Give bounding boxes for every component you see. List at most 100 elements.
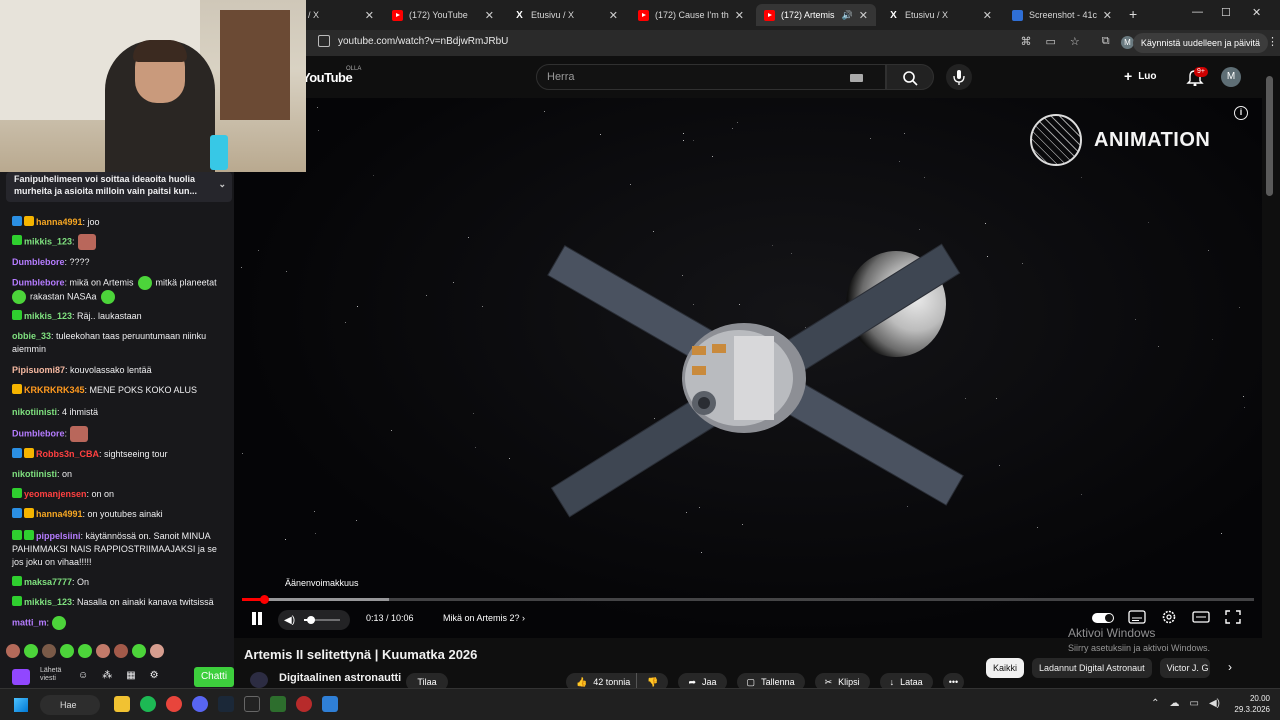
taskbar-clock[interactable]: 20.00 29.3.2026 — [1234, 693, 1270, 715]
voice-search-button[interactable] — [946, 64, 972, 90]
keyboard-icon[interactable] — [850, 74, 863, 82]
tab-x-3[interactable]: X Etusivu / X ✕ — [880, 4, 1000, 26]
obs-icon[interactable] — [296, 696, 312, 712]
emote-icon[interactable] — [77, 234, 96, 250]
account-avatar[interactable]: M — [1221, 67, 1241, 87]
chat-badge-icon[interactable] — [24, 448, 34, 458]
search-button[interactable] — [886, 64, 934, 90]
taskbar-search[interactable]: Hae — [40, 695, 100, 715]
subtitles-icon[interactable] — [1128, 610, 1146, 624]
progress-bar[interactable] — [242, 595, 1254, 604]
close-icon[interactable]: ✕ — [365, 9, 374, 22]
spotify-icon[interactable] — [140, 696, 156, 712]
tab-x-1[interactable]: / X ✕ — [300, 4, 382, 26]
chat-username[interactable]: mikkis_123 — [24, 597, 72, 607]
tab-youtube[interactable]: (172) YouTube ✕ — [384, 4, 502, 26]
close-icon[interactable]: ✕ — [983, 9, 992, 22]
chat-username[interactable]: KRKRKRK345 — [24, 385, 85, 395]
chat-badge-icon[interactable] — [12, 384, 22, 394]
close-window-button[interactable]: ✕ — [1252, 6, 1261, 19]
chat-badge-icon[interactable] — [12, 310, 22, 320]
chip-victor[interactable]: Victor J. G — [1159, 658, 1210, 678]
emote-icon[interactable] — [60, 644, 74, 658]
cast-icon[interactable]: ▭ — [1045, 35, 1055, 48]
chat-username[interactable]: mikkis_123 — [24, 311, 72, 321]
channel-name[interactable]: Digitaalinen astronautti — [279, 672, 401, 684]
chips-next-arrow-icon[interactable]: › — [1228, 660, 1232, 674]
youtube-logo[interactable]: YouTube — [302, 70, 353, 85]
scrollbar-thumb[interactable] — [1266, 76, 1273, 196]
chat-badge-icon[interactable] — [12, 488, 22, 498]
fullscreen-icon[interactable] — [1224, 610, 1242, 624]
emote-icon[interactable] — [132, 644, 146, 658]
chat-badge-icon[interactable] — [12, 530, 22, 540]
url-field[interactable]: youtube.com/watch?v=nBdjwRmJRbU — [318, 35, 508, 47]
chat-username[interactable]: mikkis_123 — [24, 236, 72, 246]
progress-scrubber[interactable] — [259, 595, 269, 604]
chat-badge-icon[interactable] — [12, 508, 22, 518]
minimize-button[interactable]: — — [1192, 6, 1203, 18]
pinned-message[interactable]: Fanipuhelimeen voi soittaa ideaoita huol… — [6, 172, 232, 202]
emoji-icon[interactable]: ☺ — [78, 670, 88, 681]
chat-username[interactable]: Dumblebore — [12, 257, 65, 267]
chapter-title[interactable]: Mikä on Artemis 2? › — [443, 613, 525, 623]
network-icon[interactable]: ▭ — [1190, 698, 1199, 709]
chat-username[interactable]: pippelsiini — [36, 531, 81, 541]
close-icon[interactable]: ✕ — [859, 9, 868, 22]
extensions-icon[interactable]: ⧉ — [1102, 35, 1110, 48]
emote-icon[interactable] — [150, 644, 164, 658]
file-explorer-icon[interactable] — [114, 696, 130, 712]
chat-badge-icon[interactable] — [12, 448, 22, 458]
maximize-button[interactable]: ☐ — [1221, 6, 1231, 19]
chat-badge-icon[interactable] — [12, 235, 22, 246]
emote-icon[interactable] — [42, 644, 56, 658]
volume-knob[interactable] — [307, 616, 316, 624]
new-tab-button[interactable]: + — [1129, 6, 1137, 22]
emote-icon[interactable] — [52, 616, 67, 630]
send-message-input[interactable]: Lähetä viesti — [40, 667, 70, 683]
video-player[interactable]: ANIMATION i Äänenvoimakkuus ◀) 0:13 / 10… — [234, 98, 1262, 638]
theater-mode-icon[interactable] — [1192, 610, 1210, 624]
chat-badge-icon[interactable] — [24, 508, 34, 518]
settings-icon[interactable]: ⚙ — [150, 670, 159, 681]
store-icon[interactable]: ▦ — [126, 670, 135, 681]
emote-icon[interactable] — [78, 644, 92, 658]
close-icon[interactable]: ✕ — [609, 9, 618, 22]
chat-username[interactable]: Pipisuomi87 — [12, 365, 65, 375]
x-app-icon[interactable] — [244, 696, 260, 712]
pause-button[interactable] — [250, 612, 264, 626]
speaker-icon[interactable]: ◀) — [1209, 698, 1220, 709]
app-icon[interactable] — [270, 696, 286, 712]
chat-username[interactable]: Dumblebore — [12, 428, 65, 438]
windows-start-icon[interactable] — [14, 698, 28, 712]
page-scrollbar[interactable] — [1262, 56, 1280, 688]
info-icon[interactable]: i — [1234, 106, 1248, 120]
chat-username[interactable]: Robbs3n_CBA — [36, 449, 99, 459]
emote-icon[interactable] — [114, 644, 128, 658]
autoplay-toggle[interactable] — [1092, 613, 1114, 623]
chat-username[interactable]: hanna4991 — [36, 217, 83, 227]
volume-icon[interactable]: ◀) — [284, 615, 296, 626]
emote-icon[interactable] — [24, 644, 38, 658]
tab-x-2[interactable]: X Etusivu / X ✕ — [506, 4, 626, 26]
close-icon[interactable]: ✕ — [735, 9, 744, 22]
chip-uploaded-by[interactable]: Ladannut Digital Astronaut — [1032, 658, 1152, 678]
chrome-icon[interactable] — [166, 696, 182, 712]
chat-username[interactable]: yeomanjensen — [24, 489, 87, 499]
chat-username[interactable]: nikotiinisti — [12, 407, 57, 417]
emote-icon[interactable] — [96, 644, 110, 658]
close-icon[interactable]: ✕ — [1103, 9, 1112, 22]
restart-update-button[interactable]: Käynnistä uudelleen ja päivitä — [1132, 33, 1268, 53]
site-info-icon[interactable] — [318, 35, 330, 47]
bookmark-star-icon[interactable]: ☆ — [1070, 35, 1080, 48]
tab-active-artemis[interactable]: (172) Artemis II s 🔊 ✕ — [756, 4, 876, 26]
channel-points-icon[interactable]: ⁂ — [102, 670, 112, 681]
volume-slider[interactable] — [304, 616, 340, 624]
bits-icon[interactable] — [12, 669, 30, 685]
chevron-down-icon[interactable]: ⌄ — [218, 178, 226, 190]
chat-badge-icon[interactable] — [12, 596, 22, 606]
chat-badge-icon[interactable] — [24, 216, 34, 226]
volume-control[interactable]: ◀) — [278, 610, 350, 630]
close-icon[interactable]: ✕ — [485, 9, 494, 22]
speaker-icon[interactable]: 🔊 — [842, 10, 853, 21]
